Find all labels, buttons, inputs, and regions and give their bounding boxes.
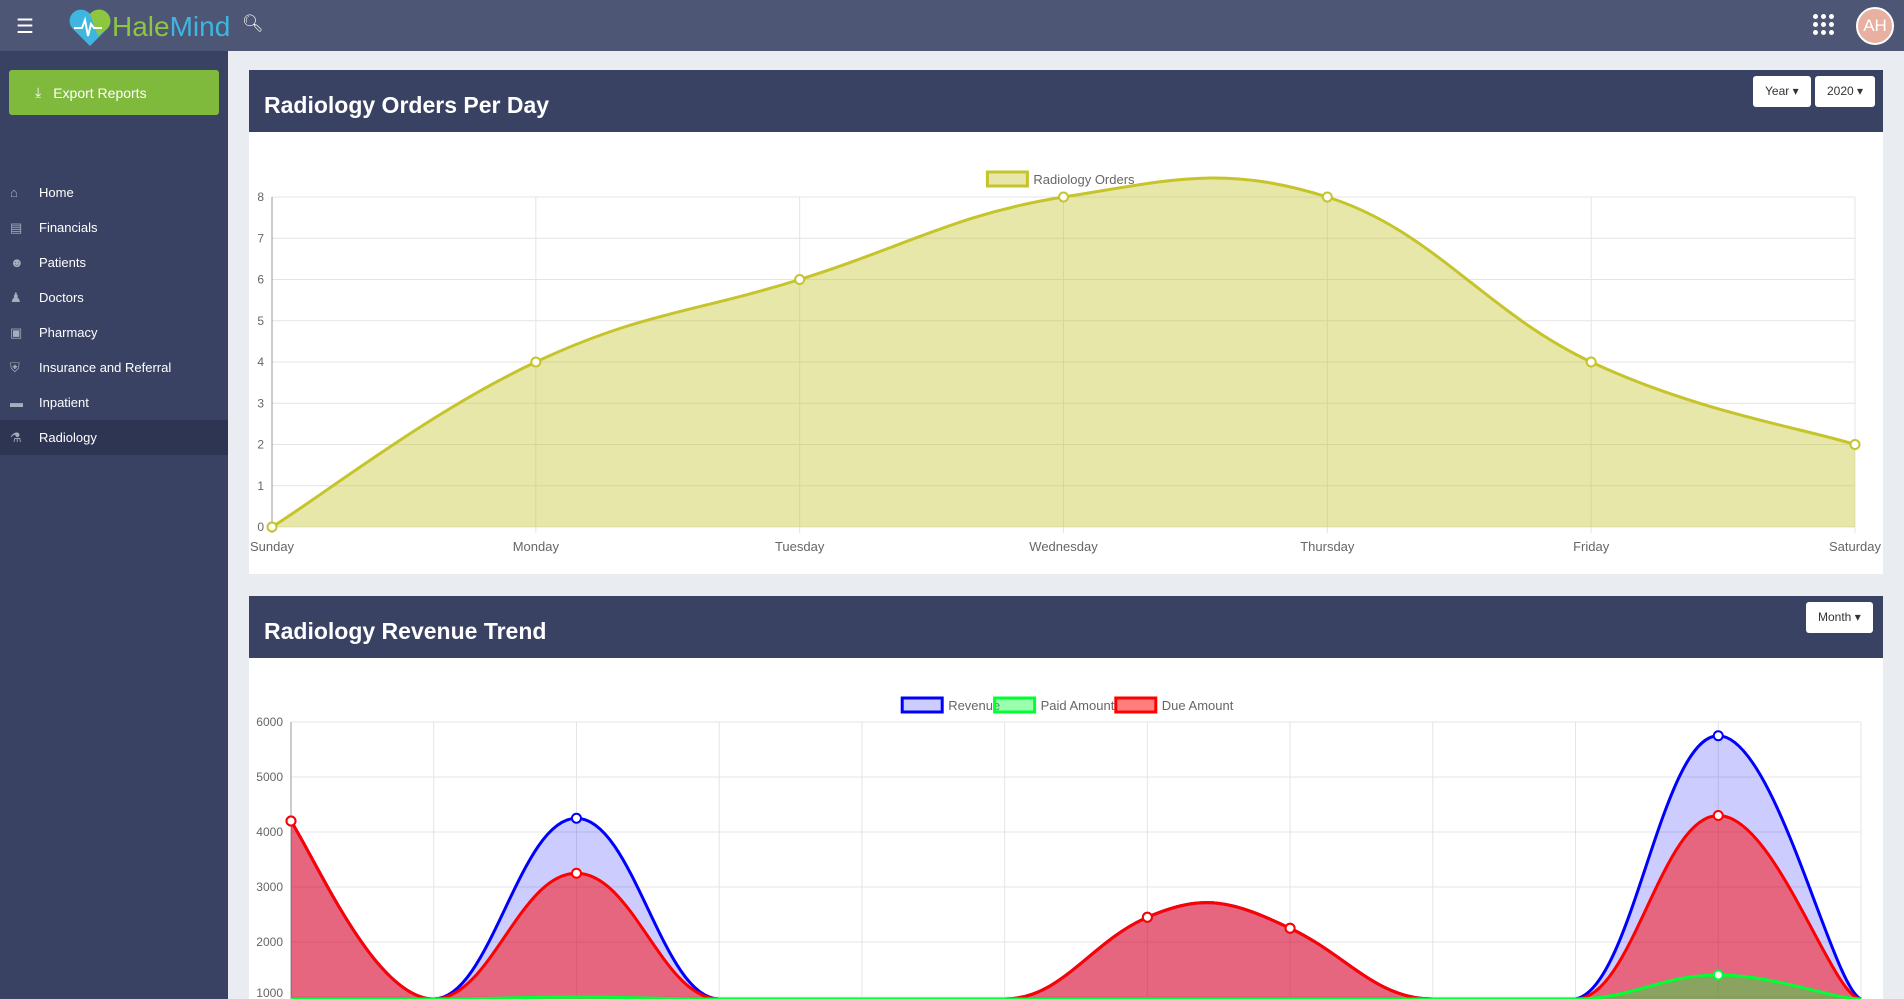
data-point <box>1284 922 1296 934</box>
x-tick-label: Wednesday <box>1029 539 1098 554</box>
sidebar-item-pharmacy[interactable]: ▣ Pharmacy <box>0 315 228 350</box>
x-tick-label: Monday <box>513 539 560 554</box>
y-tick-label: 1000 <box>256 986 283 999</box>
sidebar-item-label: Patients <box>39 255 86 270</box>
hamburger-menu-icon[interactable]: ☰ <box>16 14 34 39</box>
sidebar-item-patients[interactable]: ☻ Patients <box>0 245 228 280</box>
avatar[interactable]: AH <box>1856 7 1894 45</box>
card-title: Radiology Orders Per Day <box>264 92 550 118</box>
sidebar-item-label: Doctors <box>39 290 84 305</box>
top-bar: ☰ Hale Mind 🔍︎ AH <box>0 0 1904 51</box>
logo[interactable]: Hale Mind <box>68 6 230 48</box>
year-value-dropdown[interactable]: 2020 ▾ <box>1815 76 1876 107</box>
y-tick-label: 0 <box>257 520 264 534</box>
y-tick-label: 7 <box>257 231 264 245</box>
x-tick-label: Thursday <box>1300 539 1355 554</box>
data-point <box>1849 439 1861 450</box>
apps-grid-icon[interactable] <box>1813 14 1834 35</box>
x-tick-label: Sunday <box>250 539 295 554</box>
data-point <box>794 274 806 285</box>
legend-label: Paid Amount <box>1041 698 1115 713</box>
export-reports-button[interactable]: ⤓ Export Reports <box>9 70 219 115</box>
legend-swatch <box>900 696 944 714</box>
doctor-icon: ♟ <box>10 289 22 305</box>
heart-logo-icon <box>69 9 111 46</box>
month-dropdown[interactable]: Month ▾ <box>1806 602 1873 633</box>
card-title: Radiology Revenue Trend <box>264 618 547 644</box>
sidebar-item-label: Insurance and Referral <box>39 360 172 375</box>
sidebar-item-label: Pharmacy <box>39 325 98 340</box>
bed-icon: ▬ <box>10 395 23 410</box>
series-area <box>272 177 1855 527</box>
data-point <box>1712 969 1724 981</box>
sidebar-item-insurance-and-referral[interactable]: ⛨ Insurance and Referral <box>0 350 228 385</box>
y-tick-label: 3 <box>257 396 264 410</box>
sidebar-item-label: Radiology <box>39 430 97 445</box>
revenue-chart: 1000 2000 3000 4000 5000 6000 Revenue Paid Amou… <box>256 696 1862 999</box>
sidebar-item-radiology[interactable]: ⚗ Radiology <box>0 420 228 455</box>
legend-label: Radiology Orders <box>1033 172 1135 187</box>
sidebar-item-home[interactable]: ⌂ Home <box>0 175 228 210</box>
y-tick-label: 6000 <box>256 715 283 729</box>
y-tick-label: 1 <box>257 479 264 493</box>
y-tick-label: 8 <box>257 190 264 204</box>
y-tick-label: 5000 <box>256 770 283 784</box>
data-point <box>285 815 297 827</box>
data-point <box>1321 191 1333 203</box>
legend-swatch <box>985 170 1029 188</box>
data-point <box>1058 191 1069 203</box>
data-point <box>1712 730 1724 742</box>
year-dropdown[interactable]: Year ▾ <box>1753 76 1811 107</box>
y-tick-label: 2 <box>257 438 264 452</box>
sidebar-item-label: Home <box>39 185 74 200</box>
sidebar: ⤓ Export Reports ⌂ Home ▤ Financials ☻ Patient… <box>0 51 228 999</box>
data-point <box>570 812 582 824</box>
home-icon: ⌂ <box>10 185 18 200</box>
y-tick-label: 5 <box>257 314 264 328</box>
x-tick-label: Tuesday <box>775 539 825 554</box>
y-tick-label: 3000 <box>256 880 283 894</box>
data-point <box>266 521 278 533</box>
x-tick-label: Friday <box>1573 539 1610 554</box>
data-point <box>1585 356 1597 368</box>
legend-label: Revenue <box>948 698 1000 713</box>
x-tick-label: Saturday <box>1829 539 1882 554</box>
y-tick-label: 2000 <box>256 935 283 949</box>
data-point <box>1712 810 1724 821</box>
sidebar-item-doctors[interactable]: ♟ Doctors <box>0 280 228 315</box>
legend-swatch <box>993 696 1037 714</box>
data-point <box>530 356 542 368</box>
y-tick-label: 4000 <box>256 825 283 839</box>
legend-label: Due Amount <box>1162 698 1234 713</box>
shield-icon: ⛨ <box>10 359 20 375</box>
sidebar-item-inpatient[interactable]: ▬ Inpatient <box>0 385 228 420</box>
data-point <box>570 867 582 879</box>
data-point <box>1141 911 1153 923</box>
download-icon: ⤓ <box>35 84 42 100</box>
legend-swatch <box>1114 696 1158 714</box>
orders-chart: 0 1 2 3 4 5 6 7 8 Sunday Monday Tuesday Wednesday Thu… <box>250 170 1882 554</box>
users-icon: ☻ <box>10 255 24 270</box>
sidebar-item-financials[interactable]: ▤ Financials <box>0 210 228 245</box>
y-tick-label: 6 <box>257 273 264 287</box>
revenue-card: Radiology Revenue Trend Month ▾ 1000 2000… <box>249 596 1883 999</box>
microscope-icon: ⚗ <box>10 429 22 445</box>
sidebar-item-label: Inpatient <box>39 395 89 410</box>
money-icon: ▤ <box>10 219 23 235</box>
medkit-icon: ▣ <box>10 324 23 340</box>
y-tick-label: 4 <box>257 355 264 369</box>
orders-card: Radiology Orders Per Day Year ▾ 2020 ▾ 0… <box>249 70 1883 574</box>
search-icon[interactable]: 🔍︎ <box>242 14 264 34</box>
sidebar-item-label: Financials <box>39 220 98 235</box>
